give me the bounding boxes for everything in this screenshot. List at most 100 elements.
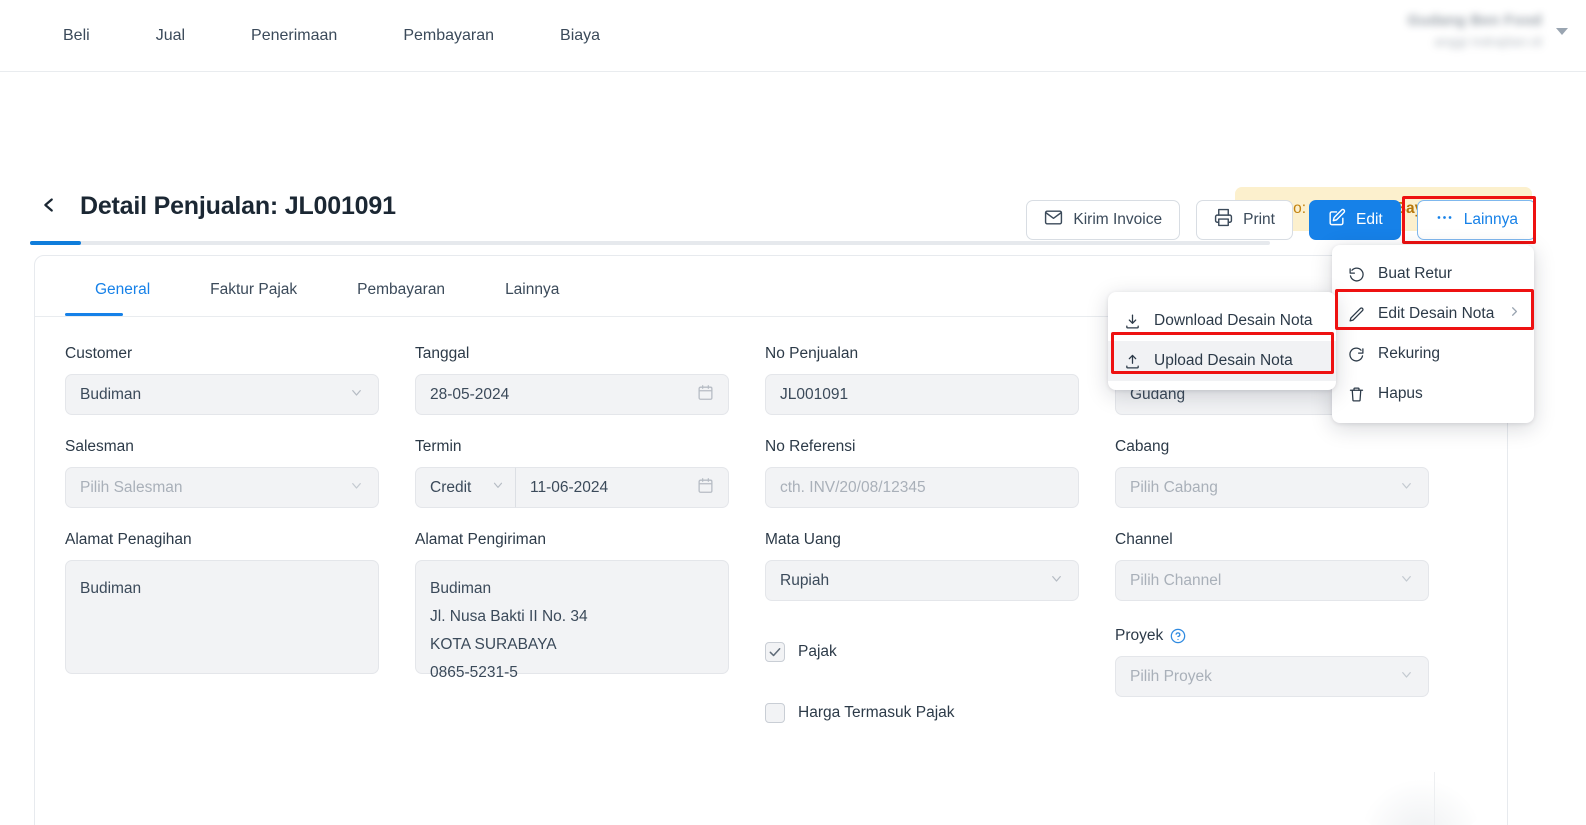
chat-widget-blob[interactable] [1361,780,1481,825]
printer-icon [1214,208,1233,232]
proyek-label-row: Proyek [1115,627,1429,645]
termin-date-input[interactable]: 11-06-2024 [516,467,729,508]
page-header: Detail Penjualan: JL001091 Tempo: 13 har… [0,72,1586,182]
edit-desain-nota-submenu: Download Desain Nota Upload Desain Nota [1108,292,1336,390]
progress-track [30,241,1270,245]
user-account-menu[interactable]: Gudang Ben Food anggi indrajitan.id [1408,12,1568,49]
nav-item-biaya[interactable]: Biaya [527,28,633,44]
field-group-termin: Termin Credit 11-06-2024 [415,438,729,508]
field-group-salesman: Salesman Pilih Salesman [65,438,379,508]
menu-item-rekuring[interactable]: Rekuring [1332,334,1534,374]
kirim-invoice-button[interactable]: Kirim Invoice [1026,200,1180,240]
channel-placeholder: Pilih Channel [1130,572,1221,590]
print-label: Print [1243,211,1275,229]
field-group-tanggal: Tanggal 28-05-2024 [415,345,729,415]
harga-termasuk-pajak-checkbox-row[interactable]: Harga Termasuk Pajak [765,703,1079,723]
salesman-select[interactable]: Pilih Salesman [65,467,379,508]
menu-item-label: Rekuring [1378,345,1440,363]
undo-icon [1348,266,1365,283]
alamat-pengiriman-line-4: 0865-5231-5 [430,659,714,687]
chevron-down-icon [491,478,505,497]
download-icon [1124,313,1141,330]
field-group-channel: Channel Pilih Channel Proyek Pilih Proye… [1115,531,1429,723]
menu-item-label: Upload Desain Nota [1154,352,1293,370]
nav-item-jual[interactable]: Jual [123,28,218,44]
back-chevron-icon[interactable] [38,194,60,216]
mata-uang-value: Rupiah [780,572,829,590]
user-company-name: Gudang Ben Food [1408,12,1542,29]
kirim-invoice-label: Kirim Invoice [1073,211,1162,229]
customer-select[interactable]: Budiman [65,374,379,415]
chevron-right-icon [1507,304,1522,324]
panel-edge-divider [1434,772,1435,825]
pajak-label: Pajak [798,643,837,661]
menu-item-label: Buat Retur [1378,265,1452,283]
nav-item-pembayaran[interactable]: Pembayaran [370,28,527,44]
lainnya-button[interactable]: Lainnya [1417,200,1536,240]
nav-item-penerimaan[interactable]: Penerimaan [218,28,370,44]
no-penjualan-label: No Penjualan [765,345,1079,363]
customer-label: Customer [65,345,379,363]
tab-faktur-pajak[interactable]: Faktur Pajak [180,281,327,316]
main-nav: Beli Jual Penerimaan Pembayaran Biaya [0,28,633,44]
termin-type-value: Credit [430,479,471,497]
alamat-pengiriman-line-2: Jl. Nusa Bakti II No. 34 [430,603,714,631]
salesman-placeholder: Pilih Salesman [80,479,183,497]
termin-date-value: 11-06-2024 [530,479,608,497]
chevron-down-icon [1399,478,1414,498]
alamat-penagihan-line-1: Budiman [80,575,364,603]
chevron-down-icon [349,478,364,498]
calendar-icon [697,477,714,499]
tab-general[interactable]: General [65,281,180,316]
menu-item-buat-retur[interactable]: Buat Retur [1332,254,1534,294]
pajak-checkbox-row[interactable]: Pajak [765,642,1079,662]
proyek-placeholder: Pilih Proyek [1130,668,1212,686]
top-navigation-bar: Beli Jual Penerimaan Pembayaran Biaya Gu… [0,0,1586,72]
channel-select[interactable]: Pilih Channel [1115,560,1429,601]
tanggal-value: 28-05-2024 [430,386,509,404]
form-row-2: Salesman Pilih Salesman Termin Credit 11… [65,438,1479,508]
no-referensi-input[interactable]: cth. INV/20/08/12345 [765,467,1079,508]
tab-lainnya[interactable]: Lainnya [475,281,589,316]
menu-item-download-desain-nota[interactable]: Download Desain Nota [1108,301,1336,341]
lainnya-label: Lainnya [1464,211,1518,229]
alamat-penagihan-textarea[interactable]: Budiman [65,560,379,674]
lainnya-dropdown-menu: Buat Retur Edit Desain Nota Rekuring Hap… [1332,245,1534,423]
no-referensi-label: No Referensi [765,438,1079,456]
chevron-down-icon [1399,571,1414,591]
field-group-customer: Customer Budiman [65,345,379,415]
help-circle-icon[interactable] [1170,628,1186,644]
field-group-cabang: Cabang Pilih Cabang [1115,438,1429,508]
no-penjualan-input[interactable]: JL001091 [765,374,1079,415]
chevron-down-icon [349,385,364,405]
proyek-select[interactable]: Pilih Proyek [1115,656,1429,697]
menu-item-label: Edit Desain Nota [1378,305,1494,323]
nav-item-beli[interactable]: Beli [30,28,123,44]
menu-item-label: Hapus [1378,385,1423,403]
tanggal-date-input[interactable]: 28-05-2024 [415,374,729,415]
menu-item-edit-desain-nota[interactable]: Edit Desain Nota [1332,294,1534,334]
print-button[interactable]: Print [1196,200,1293,240]
field-group-no-referensi: No Referensi cth. INV/20/08/12345 [765,438,1079,508]
chevron-down-icon[interactable] [1556,28,1568,35]
refresh-icon [1348,346,1365,363]
mata-uang-select[interactable]: Rupiah [765,560,1079,601]
pajak-checkbox[interactable] [765,642,785,662]
menu-item-upload-desain-nota[interactable]: Upload Desain Nota [1108,341,1336,381]
edit-button[interactable]: Edit [1309,200,1401,240]
alamat-pengiriman-textarea[interactable]: Budiman Jl. Nusa Bakti II No. 34 KOTA SU… [415,560,729,674]
action-toolbar: Kirim Invoice Print Edit Lainnya [1026,200,1536,240]
tab-pembayaran[interactable]: Pembayaran [327,281,475,316]
harga-termasuk-pajak-checkbox[interactable] [765,703,785,723]
upload-icon [1124,353,1141,370]
cabang-select[interactable]: Pilih Cabang [1115,467,1429,508]
alamat-pengiriman-line-3: KOTA SURABAYA [430,631,714,659]
termin-type-select[interactable]: Credit [415,467,516,508]
proyek-label: Proyek [1115,627,1163,645]
menu-item-hapus[interactable]: Hapus [1332,374,1534,414]
field-group-alamat-penagihan: Alamat Penagihan Budiman [65,531,379,723]
alamat-pengiriman-line-1: Budiman [430,575,714,603]
pencil-square-icon [1327,208,1346,232]
channel-label: Channel [1115,531,1429,549]
chevron-down-icon [1399,667,1414,687]
